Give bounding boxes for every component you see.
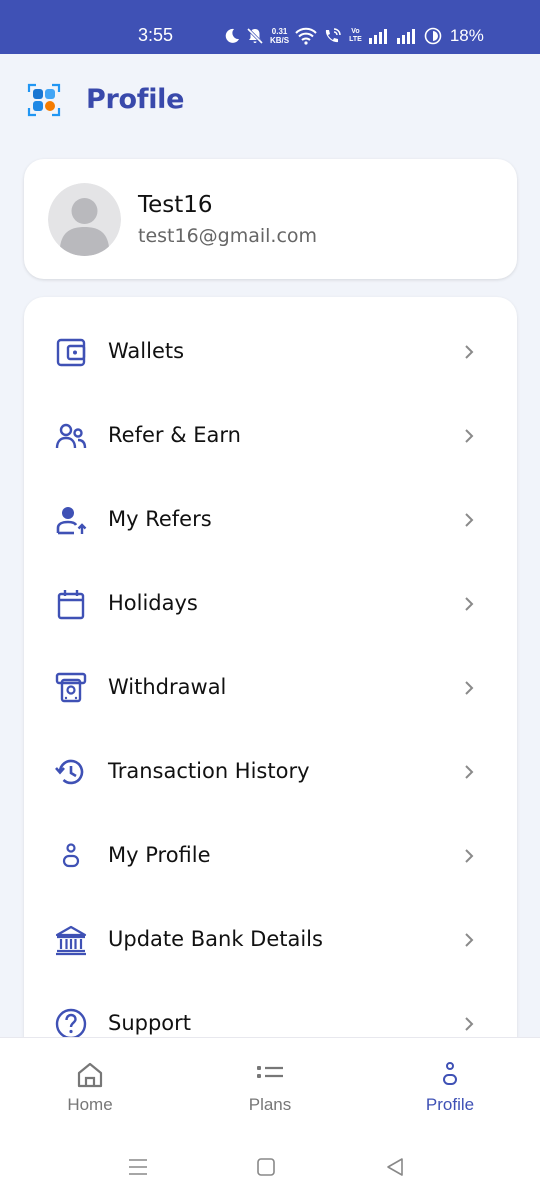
help-circle-icon: [54, 1007, 88, 1041]
history-icon: [54, 755, 88, 789]
calendar-icon: [54, 587, 88, 621]
chevron-right-icon: [465, 933, 474, 947]
chevron-right-icon: [465, 429, 474, 443]
status-icons: 0.31 KB/S Vo LTE 18%: [224, 24, 484, 48]
chevron-right-icon: [465, 345, 474, 359]
avatar: [48, 183, 121, 256]
network-speed: 0.31 KB/S: [270, 27, 289, 45]
chevron-right-icon: [465, 681, 474, 695]
menu-label: Update Bank Details: [108, 927, 323, 951]
menu-item-refer-earn[interactable]: Refer & Earn: [24, 394, 517, 478]
bell-off-icon: [246, 27, 264, 45]
chevron-right-icon: [465, 1017, 474, 1031]
volte-bottom: LTE: [349, 36, 362, 43]
atm-cash-icon: [54, 671, 88, 705]
menu-label: Support: [108, 1011, 192, 1035]
app-grid-logo-icon: [27, 83, 61, 117]
menu-item-holidays[interactable]: Holidays: [24, 562, 517, 646]
volte-top: Vo: [351, 28, 360, 35]
users-icon: [54, 419, 88, 453]
menu-item-my-refers[interactable]: My Refers: [24, 478, 517, 562]
list-icon: [257, 1066, 283, 1078]
nav-label: Home: [67, 1095, 113, 1114]
menu-icon[interactable]: [126, 1155, 150, 1179]
battery-icon: [424, 27, 442, 45]
nav-item-plans[interactable]: Plans: [180, 1038, 360, 1134]
status-time: 3:55: [138, 25, 174, 45]
page-title: Profile: [86, 84, 185, 115]
nav-label: Plans: [248, 1095, 292, 1114]
chevron-right-icon: [465, 597, 474, 611]
chevron-right-icon: [465, 849, 474, 863]
menu-label: Transaction History: [108, 759, 310, 783]
menu-label: Refer & Earn: [108, 423, 241, 447]
battery-percent: 18%: [449, 26, 484, 45]
net-speed-unit: KB/S: [270, 36, 290, 45]
home-square-icon[interactable]: [254, 1155, 278, 1179]
profile-card[interactable]: Test16 test16@gmail.com: [24, 159, 517, 279]
menu-list: Wallets Refer & Earn My Refers Holidays …: [24, 297, 517, 1057]
menu-label: My Refers: [108, 507, 212, 531]
menu-item-transaction-history[interactable]: Transaction History: [24, 730, 517, 814]
menu-item-my-profile[interactable]: My Profile: [24, 814, 517, 898]
default-avatar-icon: [48, 183, 121, 256]
menu-label: Withdrawal: [108, 675, 227, 699]
wifi-icon: [295, 27, 317, 45]
menu-item-update-bank-details[interactable]: Update Bank Details: [24, 898, 517, 982]
menu-label: Holidays: [108, 591, 198, 615]
system-nav-bar: [0, 1133, 540, 1200]
chevron-right-icon: [465, 513, 474, 527]
menu-label: Wallets: [108, 339, 185, 363]
user-email: test16@gmail.com: [138, 225, 318, 247]
signal-icon: [368, 29, 387, 44]
volte-indicator: Vo LTE: [349, 28, 362, 44]
menu-item-withdrawal[interactable]: Withdrawal: [24, 646, 517, 730]
signal-icon: [396, 29, 415, 44]
nav-item-profile[interactable]: Profile: [360, 1038, 540, 1134]
status-bar: 3:55 0.31 KB/S Vo LTE 18%: [0, 0, 540, 54]
nav-item-home[interactable]: Home: [0, 1038, 180, 1134]
home-icon: [77, 1062, 103, 1088]
wallet-icon: [54, 335, 88, 369]
chevron-right-icon: [465, 765, 474, 779]
person-icon: [54, 839, 88, 873]
back-icon[interactable]: [383, 1155, 407, 1179]
bottom-nav: Home Plans Profile: [0, 1037, 540, 1133]
user-name: Test16: [138, 192, 213, 218]
wifi-call-icon: [326, 28, 341, 43]
net-speed-value: 0.31: [271, 27, 288, 36]
menu-item-wallets[interactable]: Wallets: [24, 310, 517, 394]
person-icon: [443, 1062, 457, 1085]
menu-label: My Profile: [108, 843, 211, 867]
nav-label: Profile: [425, 1095, 475, 1114]
bank-icon: [54, 923, 88, 957]
user-upload-icon: [54, 503, 88, 537]
moon-icon: [225, 28, 239, 43]
